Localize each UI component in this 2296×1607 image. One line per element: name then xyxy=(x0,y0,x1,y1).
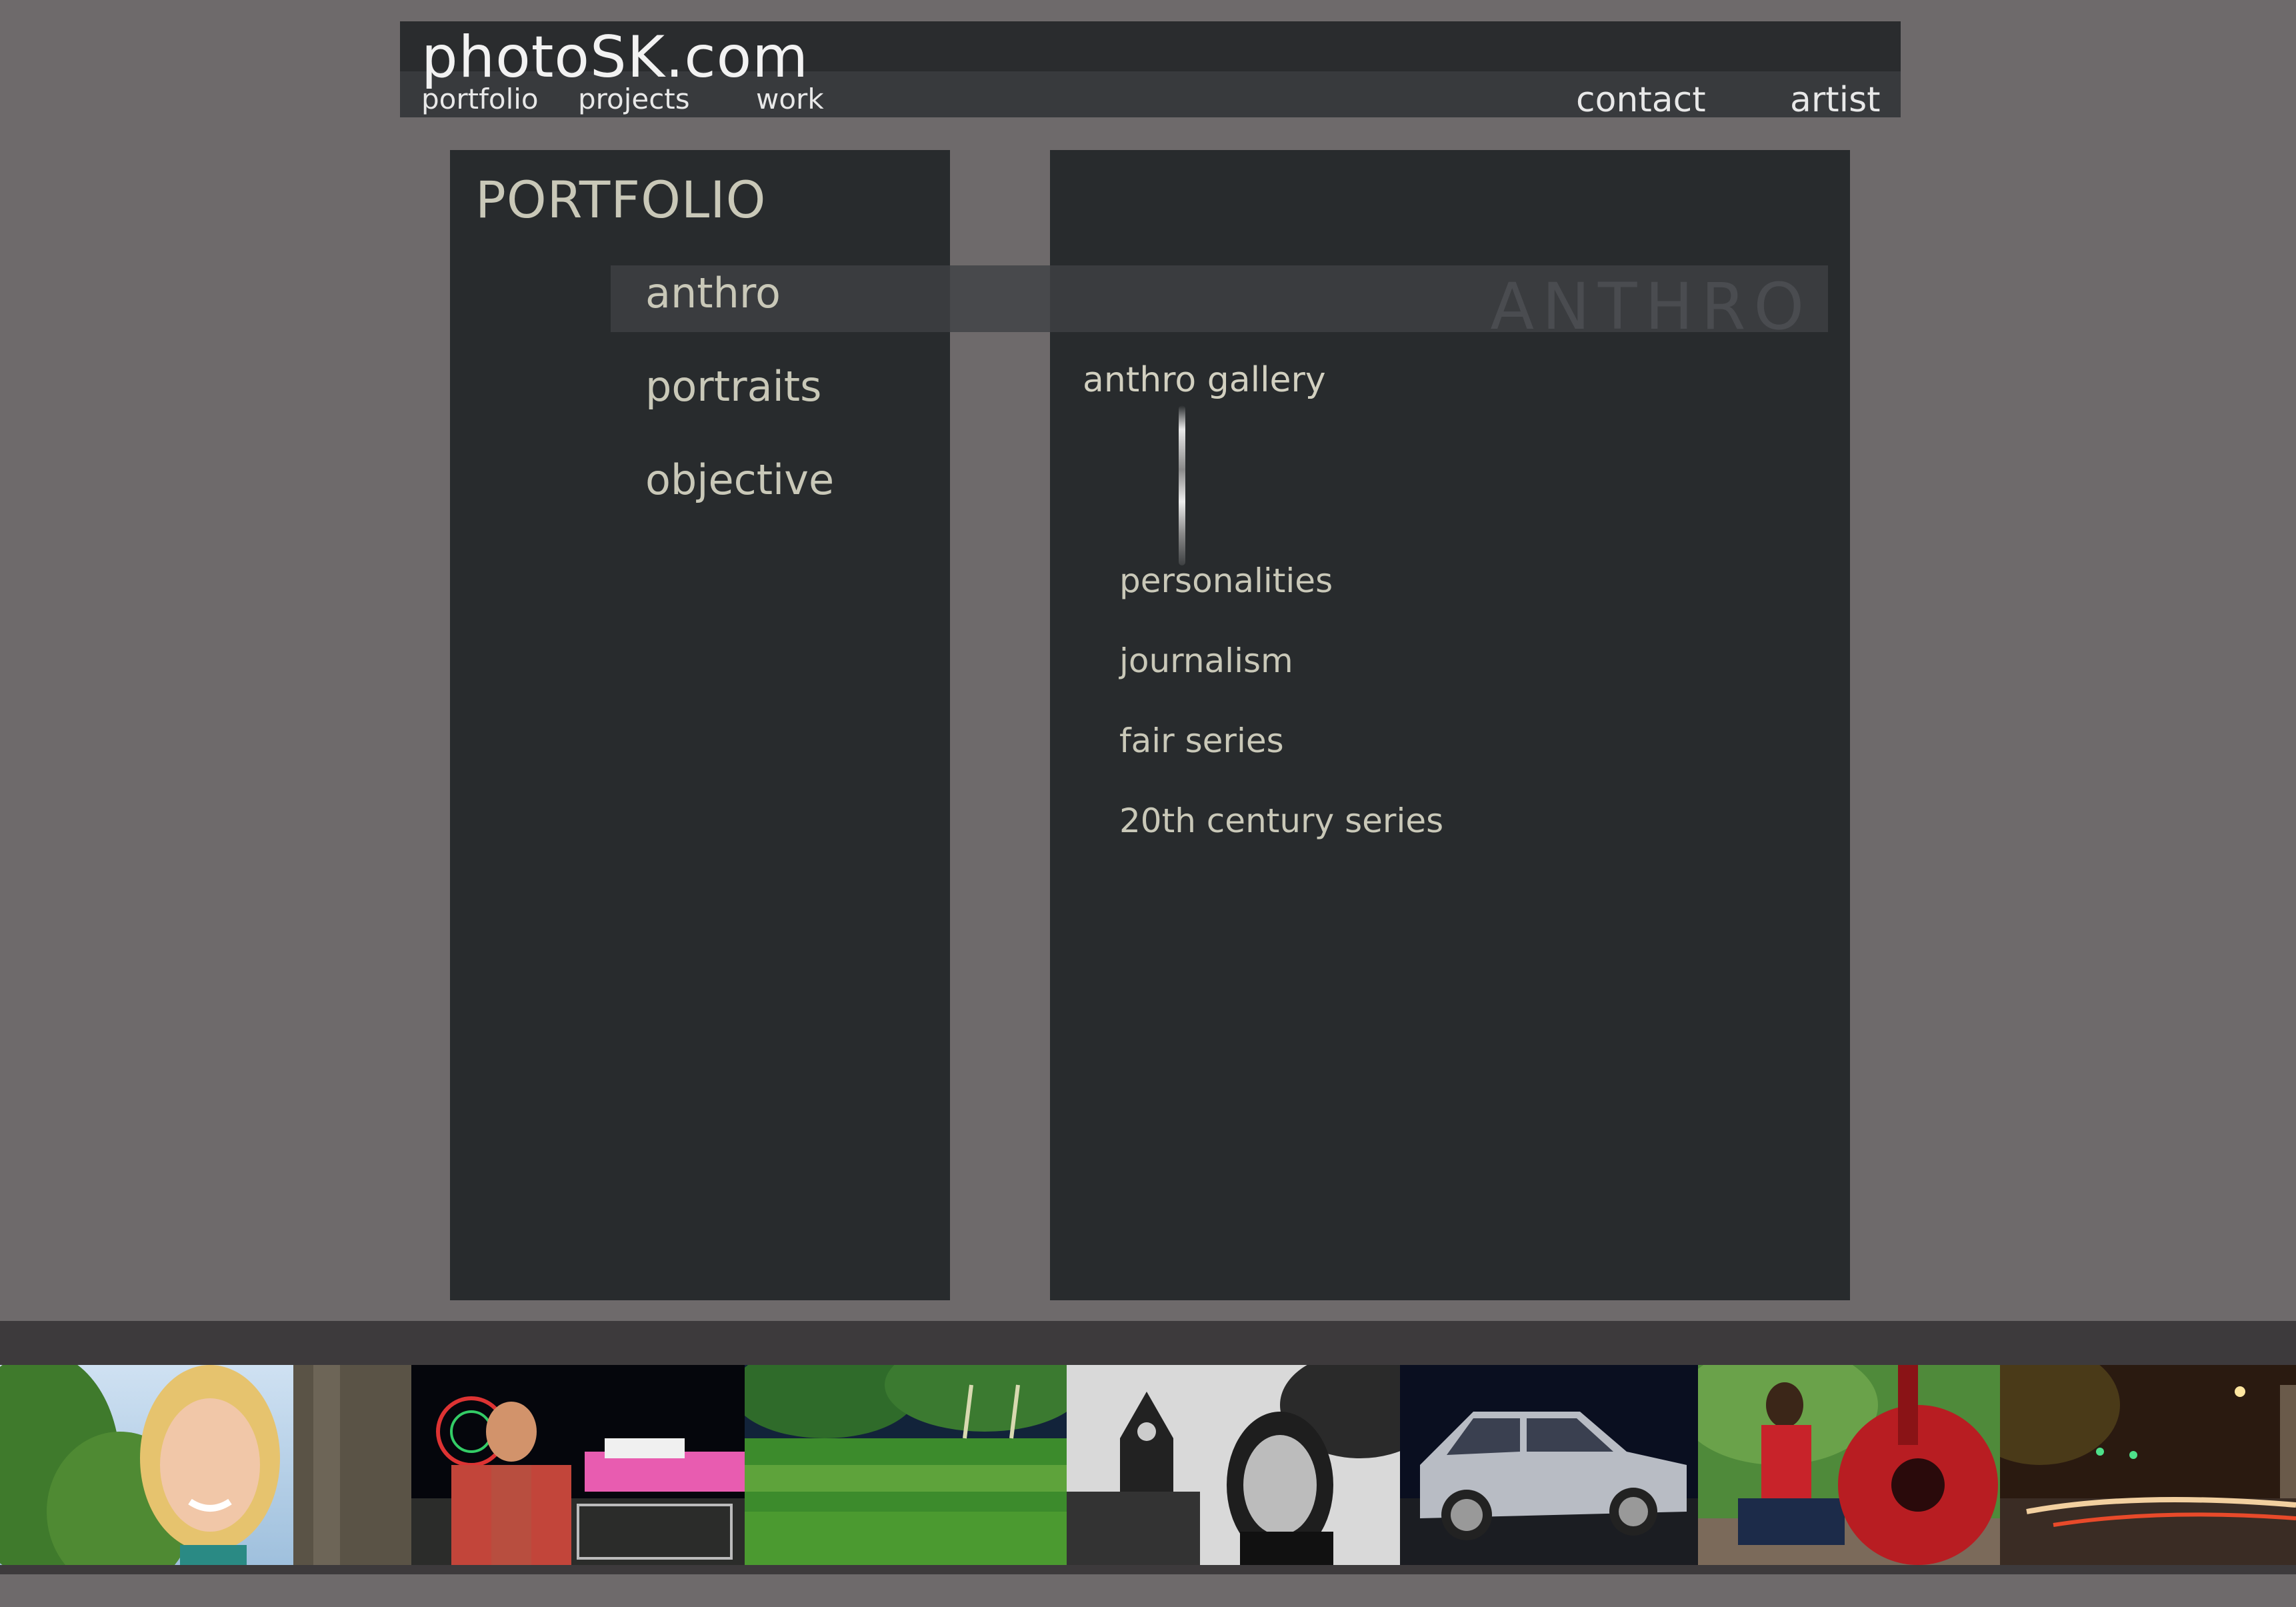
thumbnail-park-night[interactable] xyxy=(745,1365,1067,1565)
gallery-divider-line xyxy=(1179,405,1185,565)
nav-contact[interactable]: contact xyxy=(1576,80,1706,120)
gallery-item-journalism[interactable]: journalism xyxy=(1119,641,1293,680)
category-anthro[interactable]: anthro xyxy=(645,269,781,317)
selected-category-highlight: ANTHRO xyxy=(611,265,1828,344)
thumbnail-guitar-man[interactable] xyxy=(1698,1365,2000,1565)
thumbnail-street-night[interactable] xyxy=(2000,1365,2296,1565)
thumbnail-girl-portrait[interactable] xyxy=(0,1365,411,1565)
thumbnail-bw-clocktower[interactable] xyxy=(1067,1365,1400,1565)
category-watermark: ANTHRO xyxy=(1490,269,1812,344)
category-portraits[interactable]: portraits xyxy=(645,362,821,411)
site-logo[interactable]: photoSK.com xyxy=(421,24,809,91)
photo-filmstrip xyxy=(0,1365,2296,1565)
page-title: PORTFOLIO xyxy=(475,170,767,229)
nav-artist[interactable]: artist xyxy=(1790,80,1881,120)
thumbnail-fair-man[interactable] xyxy=(411,1365,745,1565)
nav-work[interactable]: work xyxy=(756,83,824,115)
category-objective[interactable]: objective xyxy=(645,455,834,504)
gallery-title: anthro gallery xyxy=(1083,360,1326,400)
thumbnail-silver-car[interactable] xyxy=(1400,1365,1698,1565)
gallery-item-20th-century-series[interactable]: 20th century series xyxy=(1119,801,1443,840)
nav-portfolio[interactable]: portfolio xyxy=(421,83,539,115)
gallery-item-fair-series[interactable]: fair series xyxy=(1119,721,1284,760)
gallery-item-personalities[interactable]: personalities xyxy=(1119,561,1333,600)
site-header: photoSK.com portfolio projects work cont… xyxy=(400,21,1901,120)
nav-projects[interactable]: projects xyxy=(578,83,690,115)
highlight-connector xyxy=(950,265,1050,332)
